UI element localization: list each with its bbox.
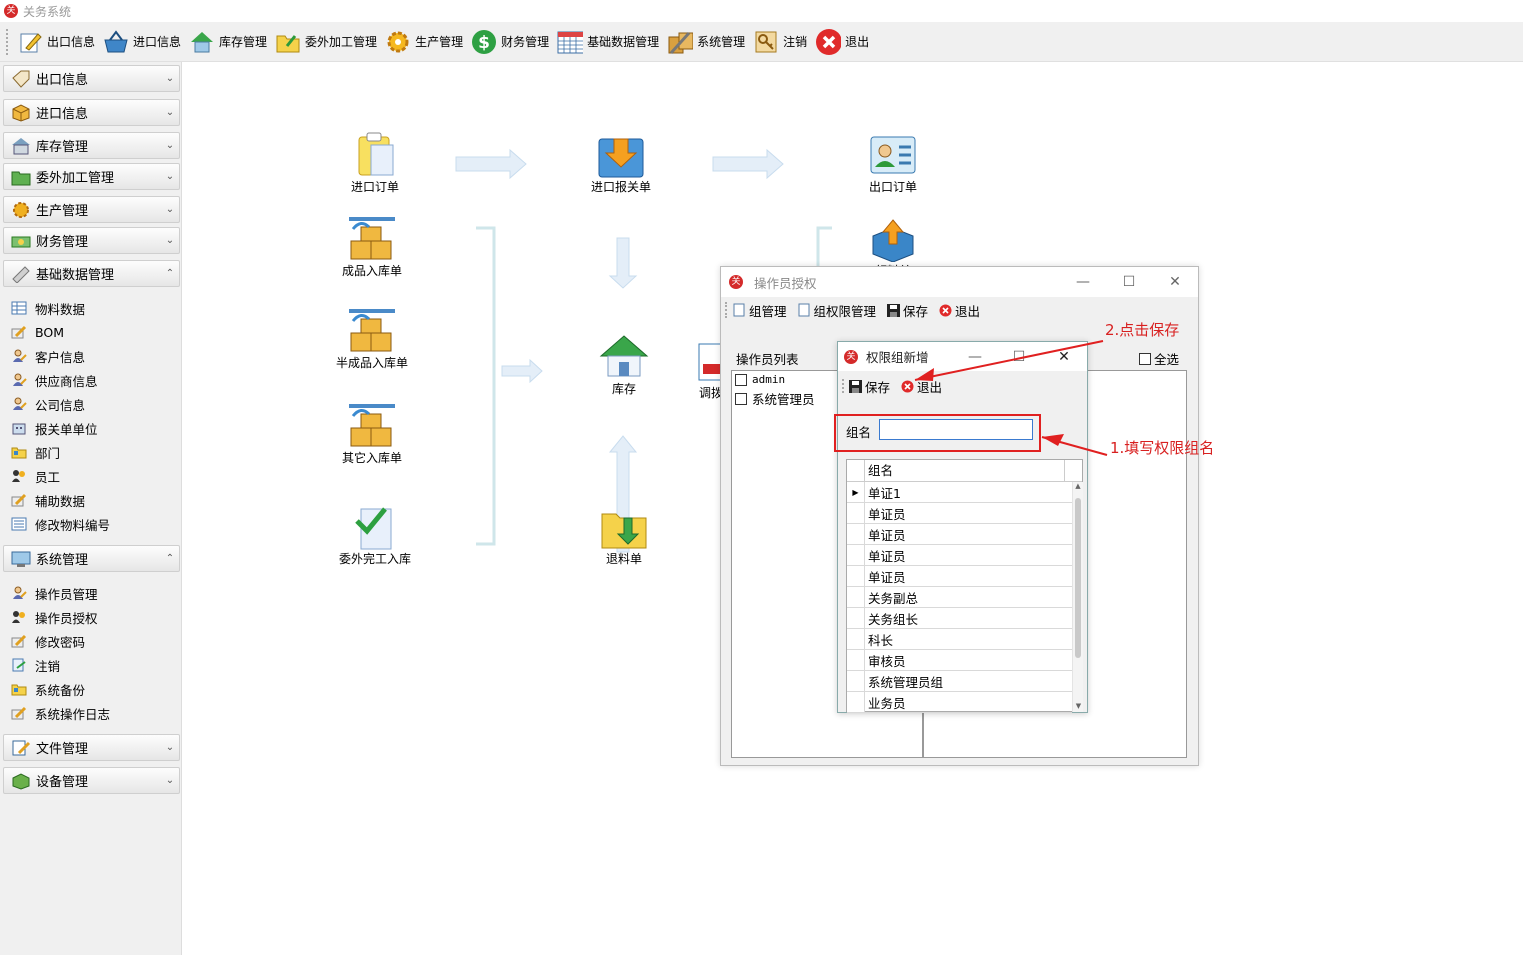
annotation-step2: 2.点击保存 [1105,321,1180,339]
annotation-arrows [914,340,1108,456]
annotation-step1: 1.填写权限组名 [1110,439,1215,457]
